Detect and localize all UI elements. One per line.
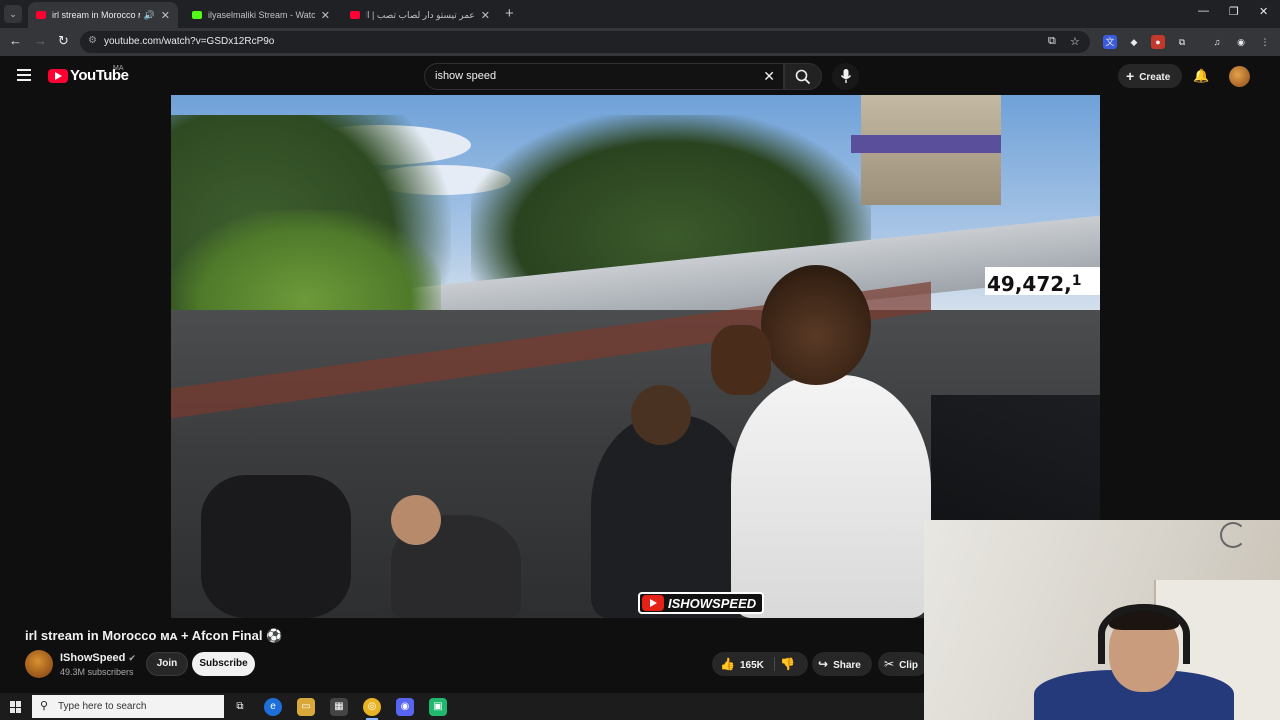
webcam-ring-light <box>1220 522 1246 548</box>
like-dislike-bar: 👍 165K 👎 <box>712 652 808 676</box>
tab-title: عمر تيستو دار لصاب تصب | اليوم <box>366 9 475 20</box>
country-code: MA <box>113 65 124 72</box>
video-frame-person <box>591 415 751 618</box>
minimize-icon[interactable]: — <box>1198 5 1209 17</box>
viewer-counter-overlay: 49,472,1 <box>985 267 1100 295</box>
channel-avatar[interactable] <box>25 650 53 678</box>
profile-icon[interactable]: ◉ <box>1234 35 1248 49</box>
notifications-bell-icon[interactable]: 🔔 <box>1193 68 1209 84</box>
tab-title: ilyaselmaliki Stream - Watch Li <box>208 10 315 20</box>
restore-icon[interactable]: ❐ <box>1229 5 1239 18</box>
chrome-icon[interactable]: ◎ <box>363 698 381 720</box>
kick-favicon-icon <box>192 11 202 19</box>
youtube-favicon-icon <box>36 11 46 19</box>
join-button[interactable]: Join <box>146 652 188 676</box>
extensions-puzzle-icon[interactable]: ⧉ <box>1175 35 1189 49</box>
reload-icon[interactable]: ↻ <box>58 33 69 49</box>
youtube-play-icon <box>642 595 664 611</box>
share-label: Share <box>833 660 861 671</box>
search-icon: ⚲ <box>40 700 49 712</box>
tab-arabic-video[interactable]: عمر تيستو دار لصاب تصب | اليوم ✕ <box>342 2 498 28</box>
subscriber-count: 49.3M subscribers <box>60 667 134 677</box>
youtube-header: YouTube MA ishow speed ✕ + Create 🔔 <box>0 56 1280 96</box>
bookmark-star-icon[interactable]: ☆ <box>1070 35 1080 48</box>
share-arrow-icon: ↪ <box>818 657 829 671</box>
tab-kick-stream[interactable]: ilyaselmaliki Stream - Watch Li ✕ <box>184 2 338 28</box>
close-tab-icon[interactable]: ✕ <box>481 9 490 22</box>
new-tab-button[interactable]: + <box>505 5 514 22</box>
tab-search-chevron-icon[interactable]: ⌄ <box>4 5 22 23</box>
close-tab-icon[interactable]: ✕ <box>161 9 170 22</box>
search-box[interactable]: ishow speed ✕ <box>424 63 784 90</box>
create-button[interactable]: + Create <box>1118 64 1182 88</box>
cast-icon[interactable]: ⧉ <box>1048 35 1056 48</box>
browser-tab-strip: ⌄ irl stream in Morocco ᴍᴀ 🔊 ✕ ilyaselma… <box>0 0 1280 28</box>
tab-title: irl stream in Morocco ᴍᴀ <box>52 10 140 20</box>
taskbar-search-box[interactable]: ⚲ Type here to search <box>32 695 224 718</box>
search-icon <box>795 69 811 85</box>
scissors-icon: ✂ <box>884 657 895 671</box>
video-title: irl stream in Morocco ᴍᴀ + Afcon Final ⚽ <box>25 628 283 643</box>
windows-start-icon[interactable] <box>10 701 22 713</box>
hamburger-menu-icon[interactable] <box>17 69 31 81</box>
app-green-icon[interactable]: ▣ <box>429 698 447 716</box>
forward-arrow-icon[interactable]: → <box>34 33 47 48</box>
taskbar-search-placeholder: Type here to search <box>58 701 147 712</box>
channel-watermark: ISHOWSPEED <box>638 592 765 614</box>
video-frame-streamer-head <box>761 265 871 385</box>
edge-browser-icon[interactable]: e <box>264 698 282 716</box>
close-window-icon[interactable]: ✕ <box>1259 5 1268 18</box>
verified-badge-icon: ✔ <box>128 653 136 663</box>
video-frame-building-sign <box>851 135 1001 153</box>
url-text[interactable]: youtube.com/watch?v=GSDx12RcP9o <box>104 36 274 47</box>
channel-name[interactable]: IShowSpeed ✔ <box>60 652 136 664</box>
search-input[interactable]: ishow speed <box>435 70 496 82</box>
site-info-icon[interactable]: ⚙ <box>88 35 97 46</box>
browser-menu-icon[interactable]: ⋮ <box>1258 35 1272 49</box>
dislike-thumb-icon[interactable]: 👎 <box>780 652 795 676</box>
clip-label: Clip <box>899 660 918 671</box>
voice-search-button[interactable] <box>832 63 859 90</box>
create-label: Create <box>1139 72 1171 83</box>
discord-icon[interactable]: ◉ <box>396 698 414 716</box>
task-view-icon[interactable]: ⧉ <box>231 698 249 716</box>
windows-taskbar: ⚲ Type here to search ⧉ e ▭ ▦ ◎ ◉ ▣ <box>0 693 924 720</box>
clear-search-icon[interactable]: ✕ <box>763 68 775 85</box>
webcam-overlay <box>924 520 1280 720</box>
close-tab-icon[interactable]: ✕ <box>321 9 330 22</box>
video-frame-streamer-hand <box>711 325 771 395</box>
youtube-logo-icon[interactable] <box>48 69 68 83</box>
back-arrow-icon[interactable]: ← <box>9 33 22 48</box>
like-thumb-icon[interactable]: 👍 <box>720 657 735 671</box>
extension-red-icon[interactable]: ● <box>1151 35 1165 49</box>
video-frame-person-head <box>391 495 441 545</box>
clip-button[interactable]: ✂ Clip <box>878 652 928 676</box>
subscribe-button[interactable]: Subscribe <box>192 652 255 676</box>
plus-icon: + <box>1126 68 1135 84</box>
account-avatar[interactable] <box>1229 66 1250 87</box>
speaker-icon[interactable]: 🔊 <box>144 10 155 21</box>
video-frame-motorbike <box>201 475 351 618</box>
video-frame-streamer-shirt <box>731 375 931 618</box>
translate-extension-icon[interactable]: 文 <box>1103 35 1117 49</box>
like-divider <box>774 657 775 671</box>
youtube-favicon-icon <box>350 11 360 19</box>
share-button[interactable]: ↪ Share <box>812 652 872 676</box>
address-bar[interactable]: ⚙ youtube.com/watch?v=GSDx12RcP9o ⧉ ☆ <box>80 31 1090 53</box>
microphone-icon <box>840 69 852 83</box>
microsoft-store-icon[interactable]: ▦ <box>330 698 348 716</box>
tab-irl-stream[interactable]: irl stream in Morocco ᴍᴀ 🔊 ✕ <box>28 2 178 28</box>
media-controls-icon[interactable]: ♫ <box>1210 35 1224 49</box>
like-count[interactable]: 165K <box>740 660 764 671</box>
video-frame-person-head <box>631 385 691 445</box>
browser-toolbar: ← → ↻ ⚙ youtube.com/watch?v=GSDx12RcP9o … <box>0 28 1280 56</box>
headset-icon <box>1098 604 1190 664</box>
file-explorer-icon[interactable]: ▭ <box>297 698 315 716</box>
extension-diamond-icon[interactable]: ◆ <box>1127 35 1141 49</box>
search-button[interactable] <box>784 63 822 90</box>
